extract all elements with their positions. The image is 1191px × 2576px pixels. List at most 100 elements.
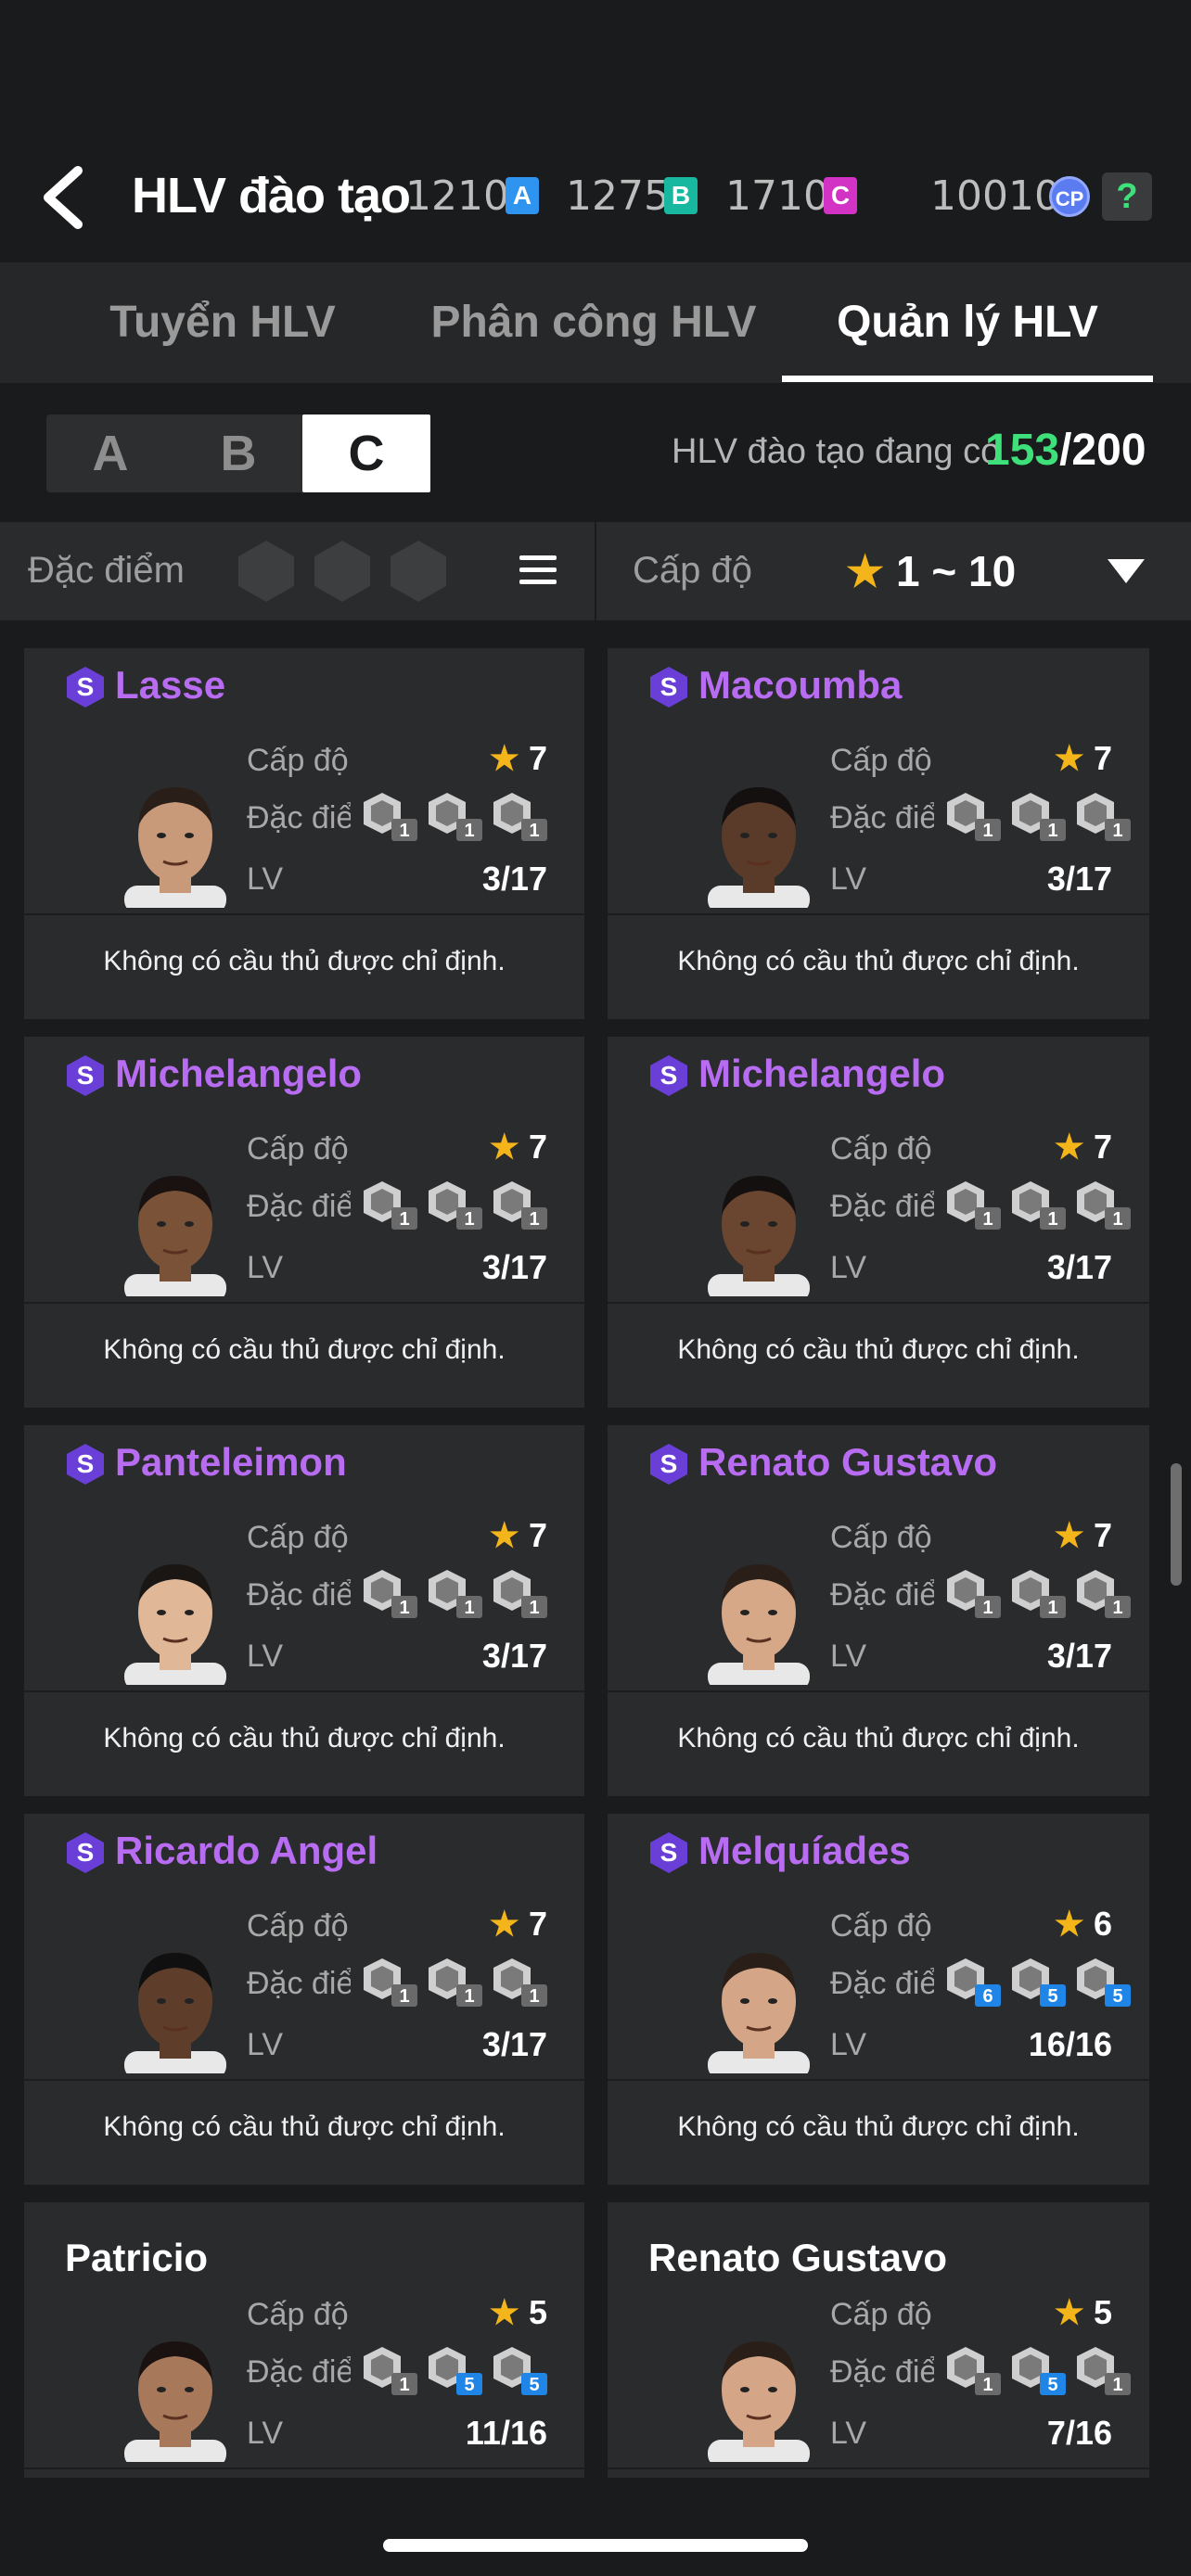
coach-name: S Macoumba (648, 663, 902, 708)
level-label: Cấp độ (830, 743, 932, 778)
menu-icon[interactable] (519, 555, 557, 587)
coach-card[interactable]: S Renato Gustavo Cấp độ ★ 7 Đặc điểm 1 (608, 1425, 1149, 1796)
lv-value: 3/17 (1046, 1248, 1112, 1286)
level-filter-value[interactable]: ★ 1 ~ 10 (846, 546, 1016, 596)
svg-text:S: S (660, 1449, 678, 1478)
coach-name: S Renato Gustavo (648, 1440, 997, 1485)
coach-card[interactable]: S Michelangelo Cấp độ ★ 7 Đặc điểm 1 (24, 1037, 584, 1408)
lv-value: 3/17 (481, 1637, 547, 1675)
special-s-badge-icon: S (67, 1055, 104, 1096)
coach-card[interactable]: S Michelangelo Cấp độ ★ 7 Đặc điểm 1 (608, 1037, 1149, 1408)
person-trait-icon: 1 (364, 1570, 417, 1618)
level-value: ★ 5 (489, 2293, 547, 2331)
coach-card[interactable]: Renato Gustavo Cấp độ ★ 5 Đặc điểm 1 (608, 2202, 1149, 2478)
assignment-note: Không có cầu thủ được chỉ định. (677, 1334, 1080, 1365)
trait-filter-label[interactable]: Đặc điểm c (28, 550, 193, 592)
coach-name: S Panteleimon (65, 1440, 347, 1485)
svg-text:5: 5 (529, 2375, 539, 2395)
level-label: Cấp độ (247, 2297, 349, 2332)
lv-label: LV (830, 1639, 867, 1674)
svg-text:1: 1 (982, 821, 992, 841)
lv-label: LV (830, 2027, 867, 2062)
lv-label: LV (830, 1250, 867, 1285)
svg-text:S: S (660, 1061, 678, 1090)
svg-text:5: 5 (1047, 2375, 1057, 2395)
lv-value: 16/16 (1028, 2025, 1112, 2063)
coach-card[interactable]: S Lasse Cấp độ ★ 7 Đặc điểm 1 (24, 648, 584, 1019)
coach-name: S Ricardo Angel (65, 1829, 378, 1873)
grade-c-button[interactable]: C (302, 414, 430, 492)
coach-list: S Lasse Cấp độ ★ 7 Đặc điểm 1 (0, 620, 1191, 2478)
level-value: ★ 7 (489, 1516, 547, 1554)
assignment-note: Không có cầu thủ được chỉ định. (677, 946, 1080, 976)
person-trait-icon: 1 (947, 2347, 1001, 2395)
traits-label: Đặc điểm (247, 1966, 351, 2001)
svg-text:1: 1 (529, 821, 539, 841)
home-indicator (383, 2539, 808, 2552)
trait-slot-3-icon[interactable] (388, 539, 449, 604)
scrollbar[interactable] (1171, 1463, 1182, 1586)
shield-trait-icon: 1 (1012, 793, 1066, 841)
tab-manage-coach[interactable]: Quản lý HLV (782, 262, 1153, 383)
special-s-badge-icon: S (67, 1444, 104, 1485)
lv-label: LV (247, 1250, 284, 1285)
coach-name: Patricio (65, 2236, 209, 2279)
coach-card[interactable]: S Ricardo Angel Cấp độ ★ 7 Đặc điểm 1 (24, 1814, 584, 2185)
coach-card[interactable]: S Melquíades Cấp độ ★ 6 Đặc điểm 6 (608, 1814, 1149, 2185)
person-trait-icon: 1 (364, 793, 417, 841)
level-label: Cấp độ (830, 2297, 932, 2332)
traits-label: Đặc điểm (830, 1189, 934, 1224)
grade-b-button[interactable]: B (174, 414, 302, 492)
coach-avatar (124, 2341, 226, 2462)
trait-icons: 1 1 1 (940, 787, 1144, 843)
tactic-trait-icon: 1 (493, 793, 547, 841)
level-label: Cấp độ (247, 1908, 349, 1944)
svg-text:1: 1 (982, 2375, 992, 2395)
dropdown-caret-icon[interactable] (1108, 559, 1145, 583)
grade-a-button[interactable]: A (46, 414, 174, 492)
level-value: ★ 5 (1054, 2293, 1112, 2331)
help-button[interactable]: ? (1102, 172, 1152, 221)
trait-slot-1-icon[interactable] (236, 539, 297, 604)
person-trait-icon: 1 (947, 1181, 1001, 1230)
coach-c-token-icon: C (824, 177, 857, 214)
lv-value: 3/17 (1046, 1637, 1112, 1675)
coach-name: S Melquíades (648, 1829, 911, 1873)
grade-segment-control: A B C (46, 414, 430, 492)
coach-name-text: Lasse (115, 663, 226, 707)
level-label: Cấp độ (830, 1520, 932, 1555)
special-s-badge-icon: S (67, 1832, 104, 1873)
coach-avatar (124, 1953, 226, 2073)
tactic-trait-icon: 1 (1077, 1570, 1131, 1618)
trait-icons: 1 1 1 (356, 1176, 560, 1231)
tab-recruit-coach[interactable]: Tuyển HLV (74, 262, 371, 383)
trait-icons: 1 5 5 (356, 2341, 560, 2397)
shield-trait-icon: 5 (429, 2347, 482, 2395)
svg-text:1: 1 (982, 1598, 992, 1618)
person-trait-icon: 1 (364, 2347, 417, 2395)
coach-avatar (124, 787, 226, 908)
lv-value: 7/16 (1046, 2414, 1112, 2452)
chevron-left-icon[interactable] (37, 165, 93, 230)
trait-slot-2-icon[interactable] (312, 539, 373, 604)
svg-text:1: 1 (1112, 1209, 1122, 1230)
coach-a-token-icon: A (506, 177, 539, 214)
level-value: ★ 7 (489, 1905, 547, 1943)
coach-card[interactable]: Patricio Cấp độ ★ 5 Đặc điểm 1 (24, 2202, 584, 2478)
cp-coin-icon: CP (1049, 176, 1090, 217)
lv-label: LV (830, 861, 867, 897)
coach-name: S Lasse (65, 663, 225, 708)
svg-text:S: S (660, 672, 678, 701)
coach-card[interactable]: S Panteleimon Cấp độ ★ 7 Đặc điểm 1 (24, 1425, 584, 1796)
top-bar: HLV đào tạo 1210 A 1275 B 1710 C 10010 C… (0, 0, 1191, 262)
coach-card[interactable]: S Macoumba Cấp độ ★ 7 Đặc điểm 1 (608, 648, 1149, 1019)
trait-icons: 1 1 1 (356, 1564, 560, 1620)
svg-text:5: 5 (464, 2375, 474, 2395)
coach-avatar (124, 1564, 226, 1685)
level-value: ★ 6 (1054, 1905, 1112, 1943)
tab-assign-coach[interactable]: Phân công HLV (417, 262, 770, 383)
page-title: HLV đào tạo (132, 168, 411, 223)
lv-value: 3/17 (481, 1248, 547, 1286)
special-s-badge-icon: S (67, 667, 104, 708)
lv-label: LV (247, 861, 284, 897)
